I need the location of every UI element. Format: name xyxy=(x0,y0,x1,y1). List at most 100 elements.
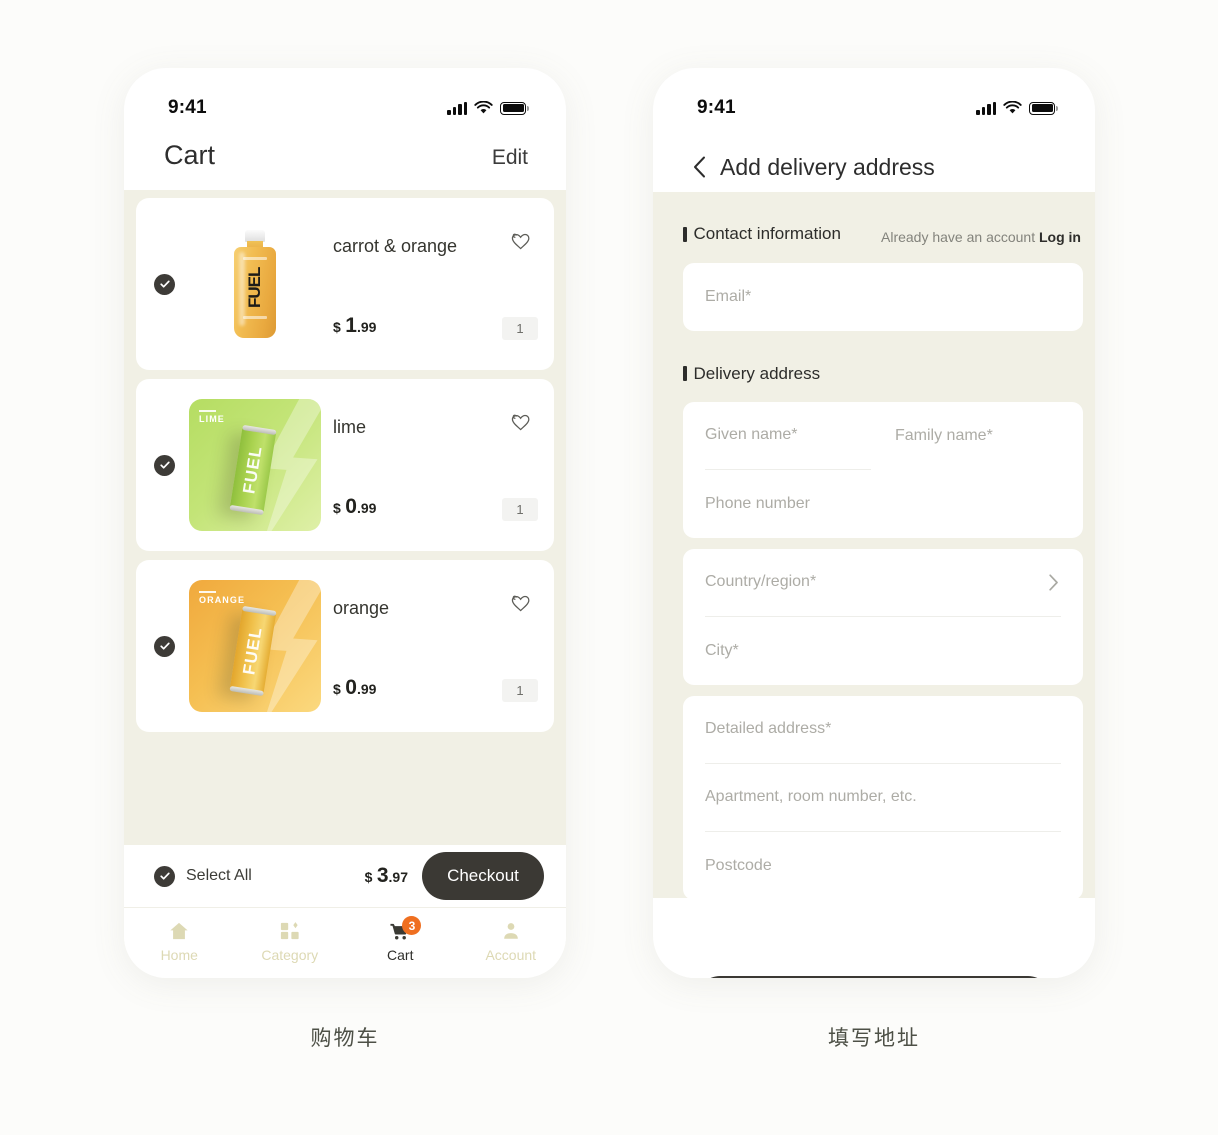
quantity-stepper[interactable]: 1 xyxy=(502,679,538,702)
battery-full-icon xyxy=(1029,101,1058,115)
checkout-button[interactable]: Checkout xyxy=(422,852,544,900)
cart-badge-count: 3 xyxy=(402,916,422,935)
phone-input[interactable] xyxy=(705,494,1061,513)
detailed-address-field-row[interactable] xyxy=(705,696,1061,764)
chevron-left-icon[interactable] xyxy=(693,156,706,178)
can-brand-text: FUEL xyxy=(239,625,266,677)
next-step-bar: Next step xyxy=(653,958,1095,978)
tab-category[interactable]: Category xyxy=(235,908,346,976)
item-checkbox-checked[interactable] xyxy=(154,273,175,295)
family-name-field-row[interactable] xyxy=(895,402,1061,470)
login-link[interactable]: Log in xyxy=(1039,229,1081,245)
phone-mockup-cart: 9:41 Cart Edit FUEL carrot & orange $ 1.… xyxy=(124,68,566,978)
heart-outline-icon[interactable] xyxy=(510,232,532,252)
select-all-control[interactable]: Select All xyxy=(154,865,252,887)
check-icon xyxy=(159,872,170,880)
login-hint: Already have an account Log in xyxy=(881,229,1081,245)
product-image-orange: ORANGE FUEL xyxy=(189,576,321,716)
total-decimal: .97 xyxy=(388,869,408,885)
city-input[interactable] xyxy=(705,641,1061,660)
heart-outline-icon[interactable] xyxy=(510,594,532,614)
given-name-input[interactable] xyxy=(705,426,871,444)
postcode-field-row[interactable] xyxy=(705,832,1061,900)
page-title: Add delivery address xyxy=(720,153,935,180)
tab-home[interactable]: Home xyxy=(124,908,235,976)
select-all-checkbox-checked[interactable] xyxy=(154,865,175,887)
product-price: $ 1.99 xyxy=(333,314,376,338)
contact-field-card xyxy=(683,262,1083,331)
address-header: Add delivery address xyxy=(653,130,1095,192)
product-name: orange xyxy=(333,598,390,618)
email-field-row[interactable] xyxy=(705,263,1061,331)
cart-item-list[interactable]: FUEL carrot & orange $ 1.99 1 LIME FUEL … xyxy=(124,190,566,845)
apartment-field-row[interactable] xyxy=(705,764,1061,832)
cart-item-row[interactable]: LIME FUEL lime $ 0.99 1 xyxy=(136,379,554,551)
city-field-row[interactable] xyxy=(705,617,1061,685)
caption-address: 填写地址 xyxy=(828,1027,920,1050)
design-canvas: 9:41 Cart Edit FUEL carrot & orange $ 1.… xyxy=(0,0,1218,1135)
quantity-stepper[interactable]: 1 xyxy=(502,317,538,340)
item-checkbox-checked[interactable] xyxy=(154,635,175,657)
name-phone-field-card xyxy=(683,401,1083,538)
next-step-button[interactable]: Next step xyxy=(697,976,1051,978)
status-time: 9:41 xyxy=(168,97,207,118)
address-form-panel: Contact information Already have an acco… xyxy=(653,192,1095,900)
price-currency: $ xyxy=(333,500,341,516)
can-brand-text: FUEL xyxy=(239,444,266,496)
country-input[interactable] xyxy=(705,573,1061,591)
check-icon xyxy=(159,461,170,469)
cellular-bars-icon xyxy=(976,101,996,115)
grid-icon xyxy=(280,922,299,940)
chevron-right-icon[interactable] xyxy=(1049,573,1059,591)
postcode-input[interactable] xyxy=(705,856,1061,875)
price-currency: $ xyxy=(333,681,341,697)
cart-item-row[interactable]: FUEL carrot & orange $ 1.99 1 xyxy=(136,198,554,370)
status-bar: 9:41 xyxy=(124,68,566,130)
caption-cart: 购物车 xyxy=(310,1027,380,1050)
wifi-icon xyxy=(474,101,493,114)
bottle-label-text: FUEL xyxy=(245,267,264,309)
apartment-input[interactable] xyxy=(705,788,1061,806)
status-bar: 9:41 xyxy=(653,68,1095,130)
total-currency: $ xyxy=(364,869,373,885)
tab-label: Home xyxy=(160,947,198,963)
item-checkbox-checked[interactable] xyxy=(154,454,175,476)
delivery-section-header: Delivery address xyxy=(683,342,1083,402)
price-integer: 0 xyxy=(345,495,357,518)
heart-outline-icon[interactable] xyxy=(510,413,532,433)
tab-label: Account xyxy=(485,947,537,963)
cart-summary-bar: Select All $ 3.97 Checkout xyxy=(124,845,566,907)
page-title: Cart xyxy=(164,140,216,170)
address-form-scroll[interactable]: Contact information Already have an acco… xyxy=(653,192,1095,978)
price-decimal: .99 xyxy=(356,319,377,335)
email-input[interactable] xyxy=(705,287,1061,306)
tab-account[interactable]: Account xyxy=(456,908,567,976)
detailed-address-input[interactable] xyxy=(705,720,1061,738)
product-name: lime xyxy=(333,417,367,437)
status-icons xyxy=(447,101,529,115)
product-price: $ 0.99 xyxy=(333,676,376,700)
price-currency: $ xyxy=(333,319,341,335)
product-image-lime: LIME FUEL xyxy=(189,395,321,535)
status-icons xyxy=(976,101,1058,115)
total-integer: 3 xyxy=(376,864,389,887)
battery-full-icon xyxy=(500,101,529,115)
price-integer: 0 xyxy=(345,676,357,699)
phone-field-row[interactable] xyxy=(705,470,1061,538)
cart-item-row[interactable]: ORANGE FUEL orange $ 0.99 1 xyxy=(136,560,554,732)
section-title: Delivery address xyxy=(683,364,821,384)
quantity-stepper[interactable]: 1 xyxy=(502,498,538,521)
price-integer: 1 xyxy=(345,314,357,337)
region-field-card xyxy=(683,548,1083,685)
section-title: Contact information xyxy=(683,224,841,244)
family-name-input[interactable] xyxy=(895,426,1061,445)
tile-flavor-label: LIME xyxy=(199,410,225,424)
given-name-field-row[interactable] xyxy=(705,402,871,470)
check-icon xyxy=(159,280,170,288)
tab-cart[interactable]: 3 Cart xyxy=(345,908,456,976)
phone-mockup-address: 9:41 Add delivery address Contact inform… xyxy=(653,68,1095,978)
status-time: 9:41 xyxy=(697,97,736,118)
wifi-icon xyxy=(1003,101,1022,114)
edit-button[interactable]: Edit xyxy=(492,146,528,170)
country-field-row[interactable] xyxy=(705,549,1061,617)
